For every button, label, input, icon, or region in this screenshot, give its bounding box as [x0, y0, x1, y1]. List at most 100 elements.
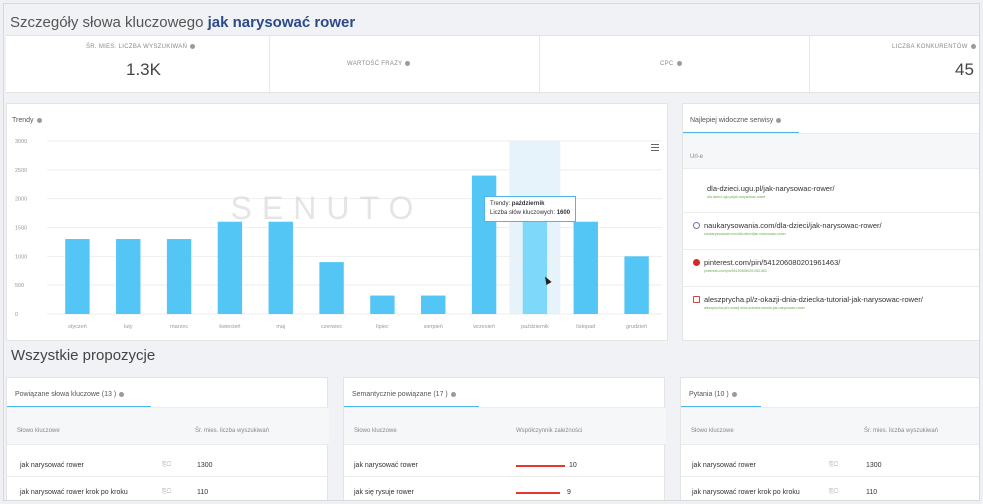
watermark: SENUTO [231, 190, 424, 226]
chart-tooltip: Trendy: październik Liczba słów kluczowy… [484, 196, 577, 222]
help-icon[interactable] [970, 44, 976, 49]
x-tick-label: czerwiec [321, 324, 343, 330]
bar [217, 221, 243, 314]
copy-icon[interactable]: ⎘▢ [829, 489, 838, 496]
stat-avg-searches: ŚR. MIES. LICZBA WYSZUKIWAŃ 1.3K [6, 36, 270, 94]
stat-competitors: LICZBA KONKURENTÓW 45 [810, 36, 979, 94]
service-url[interactable]: pinterest.com/pin/541206080201961463/ [704, 258, 978, 267]
services-col-header: Url-e [690, 154, 703, 160]
stat-label: LICZBA KONKURENTÓW [892, 44, 968, 51]
help-icon[interactable] [450, 391, 456, 397]
tab-count: (10 ) [714, 391, 729, 398]
service-url[interactable]: naukarysowania.com/dla-dzieci/jak-naryso… [704, 221, 978, 230]
x-tick-label: marzec [170, 324, 188, 330]
service-url[interactable]: dla-dzieci.ugu.pl/jak-narysowac-rower/ [707, 184, 978, 193]
pinterest-icon [693, 259, 700, 266]
x-tick-label: luty [124, 324, 133, 330]
y-tick-label: 1000 [15, 254, 27, 260]
services-card: Najlepiej widoczne serwisy Url-e dla-dzi… [682, 103, 979, 341]
table-row-value: 110 [197, 489, 209, 496]
service-url-sub: aleszprycha.pl/z-okazji-dnia-dziecka-tut… [704, 306, 806, 310]
x-tick-label: grudzień [626, 324, 647, 330]
tab-related-keywords[interactable]: Powiązane słowa kluczowe (13 ) [15, 391, 125, 398]
x-tick-label: lipiec [376, 324, 389, 330]
col-keyword: Słowo kluczowe [691, 428, 734, 434]
tooltip-series: Trendy: [490, 201, 511, 207]
copy-icon[interactable]: ⎘▢ [162, 462, 171, 469]
x-tick-label: listopad [576, 324, 595, 330]
bar [268, 221, 293, 314]
x-tick-label: sierpień [424, 324, 443, 330]
table-row-keyword[interactable]: jak narysować rower krok po kroku [692, 489, 800, 496]
service-row[interactable]: aleszprycha.pl/z-okazji-dnia-dziecka-tut… [693, 295, 978, 310]
y-tick-label: 0 [15, 312, 18, 318]
tooltip-label: Liczba słów kluczowych: [490, 210, 556, 216]
col-avg-searches: Śr. mies. liczba wyszukiwań [864, 428, 939, 434]
help-icon[interactable] [119, 391, 125, 397]
page-title-keyword: jak narysować rower [207, 14, 356, 31]
table-row-value: 110 [866, 489, 878, 496]
tab-label: Semantycznie powiązane [352, 391, 432, 398]
help-icon[interactable] [405, 61, 411, 66]
service-url-sub: dla-dzieci.ugu.pl/jak-narysowac-rower [707, 195, 766, 199]
x-tick-label: styczeń [68, 324, 87, 330]
copy-icon[interactable]: ⎘▢ [829, 462, 838, 469]
help-icon[interactable] [36, 117, 42, 123]
stat-label: ŚR. MIES. LICZBA WYSZUKIWAŃ [86, 44, 188, 51]
questions-card: Pytania (10 ) Słowo kluczowe Śr. mies. l… [680, 377, 979, 500]
stat-value: 1.3K [126, 60, 161, 79]
service-row[interactable]: naukarysowania.com/dla-dzieci/jak-naryso… [693, 221, 978, 236]
bar [166, 239, 192, 314]
page-frame: Szczegóły słowa kluczowego jak narysować… [3, 3, 980, 501]
relation-bar [516, 465, 565, 467]
tooltip-value: 1600 [556, 210, 571, 216]
y-tick-label: 1500 [15, 226, 27, 232]
stat-label: CPC [660, 61, 674, 68]
bar [65, 239, 90, 314]
table-row-value: 1300 [866, 462, 882, 469]
bar [116, 239, 141, 314]
table-row-value: 1300 [197, 462, 213, 469]
table-row-value: 9 [567, 489, 571, 496]
bar [624, 256, 649, 314]
stat-phrase-value: WARTOŚĆ FRAZY [270, 36, 540, 94]
bar [522, 221, 548, 314]
service-url[interactable]: aleszprycha.pl/z-okazji-dnia-dziecka-tut… [704, 295, 978, 304]
tab-count: (17 ) [433, 391, 448, 398]
globe-icon [693, 222, 700, 229]
service-row[interactable]: dla-dzieci.ugu.pl/jak-narysowac-rower/dl… [693, 184, 978, 199]
bar [573, 221, 598, 314]
page-title-prefix: Szczegóły słowa kluczowego [10, 14, 204, 31]
help-icon[interactable] [731, 391, 737, 397]
col-relation: Współczynnik zależności [516, 428, 583, 434]
blog-icon [693, 296, 700, 303]
help-icon[interactable] [190, 44, 196, 49]
bar [370, 295, 395, 314]
copy-icon[interactable]: ⎘▢ [162, 489, 171, 496]
service-url-sub: naukarysowania.com/dla-dzieci/jak-naryso… [704, 232, 786, 236]
bar [319, 262, 344, 314]
table-row-keyword[interactable]: jak narysować rower krok po kroku [20, 489, 128, 496]
service-row[interactable]: pinterest.com/pin/541206080201961463/pin… [693, 258, 978, 273]
tab-questions[interactable]: Pytania (10 ) [689, 391, 737, 398]
help-icon[interactable] [676, 61, 682, 66]
page-title: Szczegóły słowa kluczowego jak narysować… [10, 14, 355, 31]
trends-card: Trendy 3000 2500 2000 1500 1000 500 0 styczeń lu… [6, 103, 668, 341]
table-row-keyword[interactable]: jak się rysuje rower [354, 489, 414, 496]
x-tick-label: wrzesień [472, 324, 495, 330]
tab-semantic[interactable]: Semantycznie powiązane (17 ) [352, 391, 456, 398]
services-title: Najlepiej widoczne serwisy [690, 117, 774, 124]
y-tick-label: 500 [15, 283, 24, 289]
x-tick-label: październik [521, 324, 549, 330]
table-row-keyword[interactable]: jak narysować rower [354, 462, 418, 469]
x-tick-label: kwiecień [219, 324, 240, 330]
bar [421, 295, 446, 314]
stat-value: 45 [955, 60, 974, 79]
x-tick-label: maj [276, 324, 285, 330]
related-keywords-card: Powiązane słowa kluczowe (13 ) Słowo klu… [6, 377, 329, 500]
table-row-keyword[interactable]: jak narysować rower [20, 462, 84, 469]
table-row-value: 10 [569, 462, 577, 469]
trends-chart: 3000 2500 2000 1500 1000 500 0 styczeń luty marze… [15, 139, 662, 330]
help-icon[interactable] [776, 117, 782, 123]
table-row-keyword[interactable]: jak narysować rower [692, 462, 756, 469]
